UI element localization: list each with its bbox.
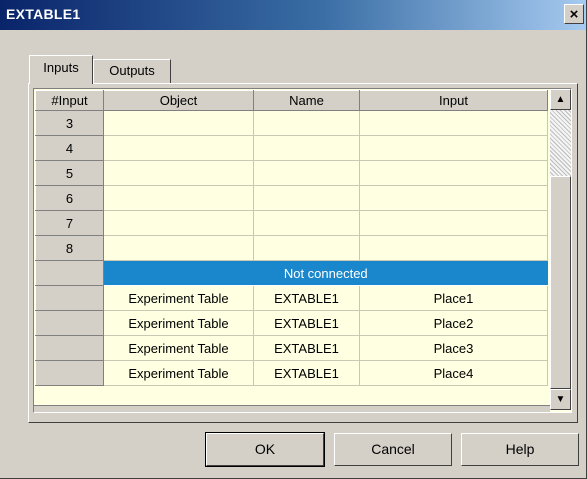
- name-cell[interactable]: [253, 110, 360, 136]
- row-number[interactable]: 4: [35, 135, 104, 161]
- not-connected-banner[interactable]: Not connected: [103, 260, 548, 286]
- tab-inputs[interactable]: Inputs: [29, 55, 93, 84]
- input-cell[interactable]: Place2: [359, 310, 548, 336]
- row-number[interactable]: 5: [35, 160, 104, 186]
- row-number[interactable]: 7: [35, 210, 104, 236]
- input-cell[interactable]: Place1: [359, 285, 548, 311]
- scroll-track[interactable]: [550, 110, 571, 389]
- object-cell[interactable]: Experiment Table: [103, 335, 254, 361]
- column-header-input[interactable]: Input: [359, 90, 548, 111]
- row-number[interactable]: 6: [35, 185, 104, 211]
- name-cell[interactable]: EXTABLE1: [253, 360, 360, 386]
- column-header-object[interactable]: Object: [103, 90, 254, 111]
- tab-outputs[interactable]: Outputs: [93, 59, 171, 83]
- object-cell[interactable]: [103, 135, 254, 161]
- name-cell[interactable]: [253, 160, 360, 186]
- object-cell[interactable]: [103, 235, 254, 261]
- close-button[interactable]: ×: [564, 4, 584, 24]
- input-cell[interactable]: Place3: [359, 335, 548, 361]
- object-cell[interactable]: [103, 210, 254, 236]
- table-row[interactable]: Experiment Table EXTABLE1 Place2: [35, 310, 548, 336]
- name-cell[interactable]: [253, 210, 360, 236]
- object-cell[interactable]: Experiment Table: [103, 360, 254, 386]
- scroll-down-arrow-icon[interactable]: ▼: [550, 389, 571, 410]
- row-number[interactable]: 3: [35, 110, 104, 136]
- row-number[interactable]: [35, 335, 104, 361]
- row-number[interactable]: [35, 285, 104, 311]
- input-cell[interactable]: [359, 210, 548, 236]
- dialog-window: EXTABLE1 × Inputs Outputs #Input Object …: [0, 0, 587, 479]
- horizontal-scrollbar[interactable]: [34, 405, 550, 412]
- cancel-button[interactable]: Cancel: [334, 433, 452, 466]
- name-cell[interactable]: EXTABLE1: [253, 285, 360, 311]
- title-bar[interactable]: EXTABLE1 ×: [0, 0, 586, 30]
- input-cell[interactable]: [359, 235, 548, 261]
- scroll-thumb[interactable]: [550, 176, 571, 389]
- table-row[interactable]: 7: [35, 210, 548, 236]
- row-number[interactable]: [35, 260, 104, 286]
- input-cell[interactable]: [359, 160, 548, 186]
- object-cell[interactable]: Experiment Table: [103, 285, 254, 311]
- table-row[interactable]: 5: [35, 160, 548, 186]
- row-number[interactable]: [35, 310, 104, 336]
- object-cell[interactable]: Experiment Table: [103, 310, 254, 336]
- name-cell[interactable]: [253, 235, 360, 261]
- column-header-name[interactable]: Name: [253, 90, 360, 111]
- table-row[interactable]: 8: [35, 235, 548, 261]
- column-header-input-number[interactable]: #Input: [35, 90, 104, 111]
- table-row[interactable]: 3: [35, 110, 548, 136]
- help-button[interactable]: Help: [461, 433, 579, 466]
- banner-row[interactable]: Not connected: [35, 260, 548, 286]
- object-cell[interactable]: [103, 185, 254, 211]
- vertical-scrollbar[interactable]: ▲ ▼: [550, 89, 571, 410]
- name-cell[interactable]: EXTABLE1: [253, 335, 360, 361]
- row-number[interactable]: [35, 360, 104, 386]
- table-row[interactable]: Experiment Table EXTABLE1 Place1: [35, 285, 548, 311]
- input-cell[interactable]: [359, 185, 548, 211]
- input-cell[interactable]: Place4: [359, 360, 548, 386]
- inputs-grid[interactable]: #Input Object Name Input 3 4 5 6 7 8 Not…: [33, 88, 572, 413]
- input-cell[interactable]: [359, 135, 548, 161]
- name-cell[interactable]: [253, 185, 360, 211]
- table-row[interactable]: 4: [35, 135, 548, 161]
- window-title: EXTABLE1: [6, 6, 81, 22]
- input-cell[interactable]: [359, 110, 548, 136]
- scroll-up-arrow-icon[interactable]: ▲: [550, 89, 571, 110]
- row-number[interactable]: 8: [35, 235, 104, 261]
- name-cell[interactable]: [253, 135, 360, 161]
- table-row[interactable]: Experiment Table EXTABLE1 Place4: [35, 360, 548, 386]
- ok-button[interactable]: OK: [205, 432, 325, 467]
- table-row[interactable]: Experiment Table EXTABLE1 Place3: [35, 335, 548, 361]
- object-cell[interactable]: [103, 160, 254, 186]
- table-row[interactable]: 6: [35, 185, 548, 211]
- name-cell[interactable]: EXTABLE1: [253, 310, 360, 336]
- grid-header-row: #Input Object Name Input: [35, 90, 548, 111]
- object-cell[interactable]: [103, 110, 254, 136]
